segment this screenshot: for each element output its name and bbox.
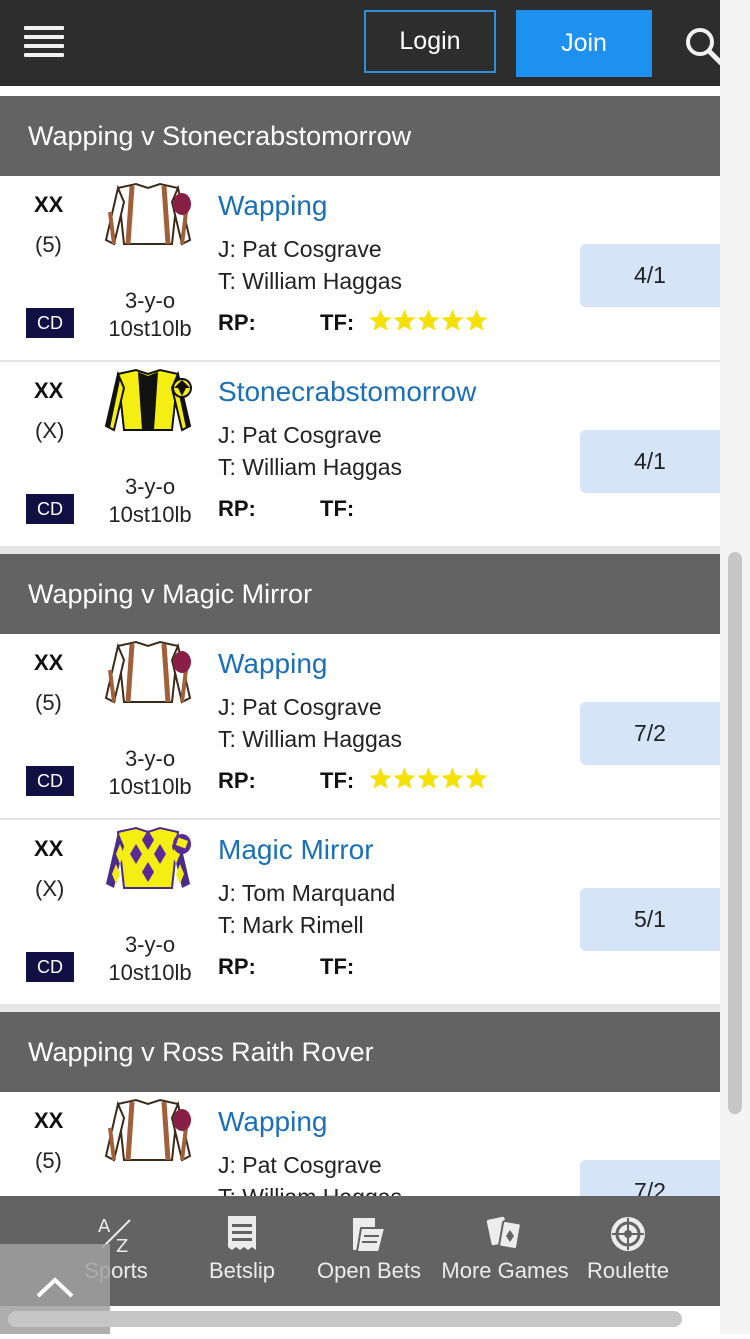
rp-label: RP: xyxy=(218,954,256,979)
horse-name-link[interactable]: Wapping xyxy=(218,1106,327,1138)
star-icon xyxy=(441,309,464,331)
login-button[interactable]: Login xyxy=(364,10,496,73)
jockey-name: J: Pat Cosgrave xyxy=(218,422,382,448)
jockey-name: J: Pat Cosgrave xyxy=(218,694,382,720)
roulette-icon xyxy=(611,1217,645,1251)
section-divider xyxy=(0,546,720,554)
horizontal-scrollbar[interactable] xyxy=(8,1311,682,1327)
cd-badge: CD xyxy=(26,766,74,796)
star-icon xyxy=(393,767,416,789)
star-icon xyxy=(417,767,440,789)
tf-label: TF: xyxy=(320,954,355,979)
runner-rating: XX xyxy=(34,836,64,861)
runner-row: XX (X) CD 3-y-o 10st10lb Stonecrabstomor… xyxy=(0,362,720,546)
rp-label: RP: xyxy=(218,310,256,335)
odds-button[interactable]: 5/1 xyxy=(580,888,720,951)
runner-rating: XX xyxy=(34,192,64,217)
nav-more-games[interactable]: More Games xyxy=(440,1196,570,1306)
odds-button[interactable]: 7/2 xyxy=(580,702,720,765)
jockey-silks-icon xyxy=(102,640,194,708)
nav-label: Betslip xyxy=(208,1258,276,1283)
nav-label: Roulette xyxy=(587,1258,669,1283)
trainer-name: T: William Haggas xyxy=(218,268,403,294)
jockey-name: J: Tom Marquand xyxy=(218,880,396,906)
trainer-name: T: Mark Rimell xyxy=(218,912,364,938)
top-header: Login Join xyxy=(0,0,724,86)
runner-list: XX (5) CD 3-y-o 10st10lb Wapping J: Pat … xyxy=(0,634,720,1004)
runner-age: 3-y-o xyxy=(124,474,176,499)
runner-rating: XX xyxy=(34,650,64,675)
odds-button[interactable]: 4/1 xyxy=(580,430,720,493)
nav-open-bets[interactable]: Open Bets xyxy=(314,1196,424,1306)
star-icon xyxy=(369,767,392,789)
horse-name-link[interactable]: Wapping xyxy=(218,648,327,680)
nav-label: More Games xyxy=(441,1258,569,1283)
section-divider xyxy=(0,1004,720,1012)
runner-weight: 10st10lb xyxy=(108,502,192,527)
match-header: Wapping v Stonecrabstomorrow xyxy=(0,96,720,176)
nav-roulette[interactable]: Roulette xyxy=(584,1196,672,1306)
runner-draw: (5) xyxy=(35,232,62,257)
star-icon xyxy=(465,309,488,331)
runner-row: XX (X) CD 3-y-o 10st10lb Magic Mirror J:… xyxy=(0,820,720,1004)
runner-list: XX (5) CD 3-y-o 10st10lb Wapping J: Pat … xyxy=(0,176,720,546)
star-icon xyxy=(369,309,392,331)
runner-draw: (X) xyxy=(35,418,65,443)
cd-badge: CD xyxy=(26,308,74,338)
tf-rating-stars xyxy=(368,766,488,791)
jockey-name: J: Pat Cosgrave xyxy=(218,236,382,262)
horse-name-link[interactable]: Wapping xyxy=(218,190,327,222)
runner-rating: XX xyxy=(34,1108,64,1133)
cards-icon xyxy=(486,1216,522,1251)
star-icon xyxy=(465,767,488,789)
runner-age: 3-y-o xyxy=(124,288,176,313)
runner-draw: (X) xyxy=(35,876,65,901)
tf-label: TF: xyxy=(320,496,355,521)
star-icon xyxy=(393,309,416,331)
star-icon xyxy=(417,309,440,331)
horse-name-link[interactable]: Stonecrabstomorrow xyxy=(218,376,476,408)
nav-betslip[interactable]: Betslip xyxy=(202,1196,282,1306)
jockey-name: J: Pat Cosgrave xyxy=(218,1152,382,1178)
tf-label: TF: xyxy=(320,768,355,793)
join-button[interactable]: Join xyxy=(516,10,652,77)
open-bets-icon xyxy=(353,1218,387,1253)
runner-rating: XX xyxy=(34,378,64,403)
menu-icon[interactable] xyxy=(24,26,64,60)
star-icon xyxy=(441,767,464,789)
jockey-silks-icon xyxy=(102,1098,194,1166)
jockey-silks-icon xyxy=(102,182,194,250)
runner-age: 3-y-o xyxy=(124,932,176,957)
runner-draw: (5) xyxy=(35,690,62,715)
runner-row: XX (5) CD 3-y-o 10st10lb Wapping J: Pat … xyxy=(0,176,720,362)
svg-text:A: A xyxy=(98,1216,111,1237)
runner-age: 3-y-o xyxy=(124,746,176,771)
trainer-name: T: William Haggas xyxy=(218,454,403,480)
svg-text:Z: Z xyxy=(116,1236,128,1254)
runner-row: XX (5) CD 3-y-o 10st10lb Wapping J: Pat … xyxy=(0,634,720,820)
betslip-icon xyxy=(228,1216,256,1250)
search-icon[interactable] xyxy=(684,26,724,66)
cd-badge: CD xyxy=(26,494,74,524)
horse-name-link[interactable]: Magic Mirror xyxy=(218,834,374,866)
runner-weight: 10st10lb xyxy=(108,774,192,799)
trainer-name: T: William Haggas xyxy=(218,726,403,752)
match-list: Wapping v Stonecrabstomorrow XX (5) CD 3… xyxy=(0,96,720,1276)
runner-draw: (5) xyxy=(35,1148,62,1173)
tf-label: TF: xyxy=(320,310,355,335)
cd-badge: CD xyxy=(26,952,74,982)
nav-label: Open Bets xyxy=(317,1258,421,1283)
match-header: Wapping v Magic Mirror xyxy=(0,554,720,634)
jockey-silks-icon xyxy=(102,368,194,436)
odds-button[interactable]: 4/1 xyxy=(580,244,720,307)
runner-weight: 10st10lb xyxy=(108,316,192,341)
runner-weight: 10st10lb xyxy=(108,960,192,985)
jockey-silks-icon xyxy=(102,826,194,894)
rp-label: RP: xyxy=(218,496,256,521)
rp-label: RP: xyxy=(218,768,256,793)
match-header: Wapping v Ross Raith Rover xyxy=(0,1012,720,1092)
tf-rating-stars xyxy=(368,308,488,333)
vertical-scrollbar[interactable] xyxy=(728,552,742,1114)
